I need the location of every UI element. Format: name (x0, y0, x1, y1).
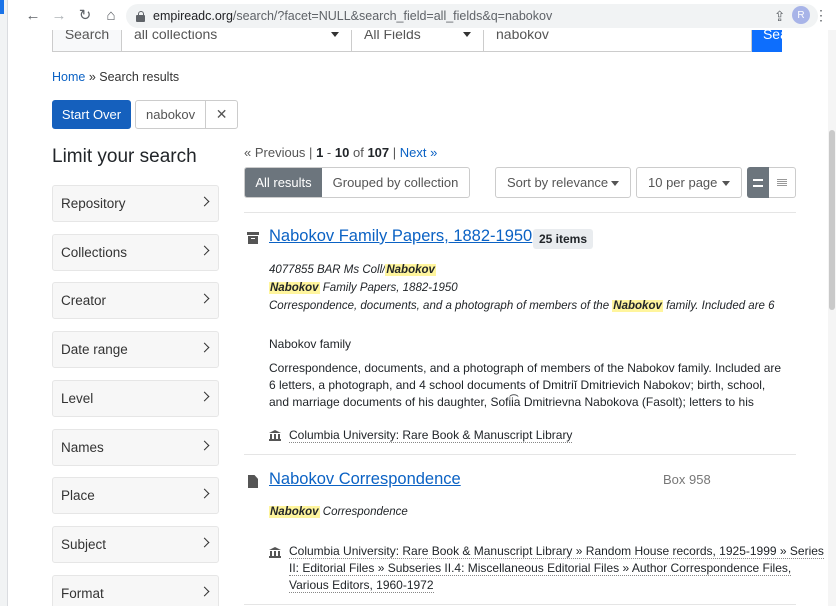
chevron-right-icon (199, 537, 210, 548)
chevron-right-icon (199, 440, 210, 451)
repository-path-link[interactable]: II: Editorial Files » Subseries II.4: Mi… (289, 560, 792, 577)
result-title-link[interactable]: Nabokov Family Papers, 1882-1950 (269, 227, 532, 246)
facet-level[interactable]: Level (52, 380, 219, 417)
breadcrumb-current: Search results (99, 70, 180, 84)
search-input[interactable]: nabokov (484, 30, 752, 52)
chevron-down-icon (611, 181, 619, 186)
tab-grouped-by-collection[interactable]: Grouped by collection (322, 168, 469, 197)
result-creator: Nabokov family (269, 337, 352, 351)
facet-place[interactable]: Place (52, 477, 219, 514)
facet-format[interactable]: Format (52, 575, 219, 606)
reload-icon[interactable]: ↻ (74, 4, 96, 26)
share-icon[interactable]: ⇪ (774, 8, 786, 25)
facet-collections[interactable]: Collections (52, 234, 219, 271)
facet-date-range[interactable]: Date range (52, 331, 219, 368)
facet-subject[interactable]: Subject (52, 526, 219, 563)
chevron-right-icon (199, 391, 210, 402)
breadcrumb-home-link[interactable]: Home (52, 70, 85, 84)
field-select[interactable]: All Fields (352, 30, 484, 52)
chevron-down-icon (463, 32, 471, 37)
lock-icon (136, 10, 145, 22)
forward-icon[interactable]: → (48, 4, 70, 26)
result-meta-line: Nabokov Correspondence (269, 506, 408, 518)
box-location: Box 958 (663, 472, 711, 487)
collection-box-icon (247, 232, 259, 245)
result-abstract-line: 6 letters, a photograph, and 4 school do… (269, 378, 766, 392)
chevron-down-icon (722, 181, 730, 186)
search-bar: Search all collections All Fields naboko… (52, 30, 782, 54)
chevron-right-icon (199, 488, 210, 499)
sidebar-title: Limit your search (52, 146, 197, 167)
back-icon[interactable]: ← (22, 4, 44, 26)
address-bar[interactable]: empireadc.org/search/?facet=NULL&search_… (126, 4, 818, 28)
compact-list-icon (777, 178, 787, 187)
tab-all-results[interactable]: All results (245, 168, 322, 197)
chevron-right-icon (199, 342, 210, 353)
facet-names[interactable]: Names (52, 429, 219, 466)
breadcrumb: Home » Search results (52, 70, 180, 84)
start-over-button[interactable]: Start Over (52, 100, 131, 129)
result-meta-line: Correspondence, documents, and a photogr… (269, 300, 775, 312)
compact-view-button[interactable] (769, 167, 796, 198)
search-scope-button[interactable]: Search (52, 30, 122, 52)
divider (244, 604, 796, 605)
results-pager: « Previous | 1 - 10 of 107 | Next » (244, 145, 438, 160)
window-edge-accent (0, 0, 4, 14)
query-constraint: nabokov ✕ (135, 100, 239, 129)
constraint-value: nabokov (146, 107, 196, 122)
previous-page-disabled: « Previous (244, 145, 306, 160)
browser-toolbar: ← → ↻ ⌂ empireadc.org/search/?facet=NULL… (8, 0, 836, 30)
repository-icon (269, 547, 281, 558)
page-scrollbar[interactable] (828, 30, 836, 606)
result-meta-line: 4077855 BAR Ms Coll/Nabokov (269, 264, 436, 276)
chevron-down-icon (331, 32, 339, 37)
chevron-right-icon (199, 586, 210, 597)
sort-dropdown[interactable]: Sort by relevance (495, 167, 631, 198)
browser-menu-icon[interactable]: ⋮ (814, 7, 828, 24)
result-abstract-line: Correspondence, documents, and a photogr… (269, 361, 782, 375)
chevron-right-icon (199, 196, 210, 207)
result-title-link[interactable]: Nabokov Correspondence (269, 470, 461, 489)
facet-creator[interactable]: Creator (52, 282, 219, 319)
divider (244, 212, 796, 213)
repository-path-link[interactable]: Columbia University: Rare Book & Manuscr… (289, 543, 824, 560)
repository-icon (269, 430, 281, 441)
result-abstract-line: and marriage documents of his daughter, … (269, 395, 754, 409)
item-count-badge: 25 items (533, 229, 594, 249)
list-view-icon (753, 178, 763, 187)
divider (244, 454, 796, 455)
results-total: 107 (367, 145, 390, 160)
per-page-dropdown[interactable]: 10 per page (636, 167, 742, 198)
repository-link[interactable]: Columbia University: Rare Book & Manuscr… (289, 427, 573, 444)
repository-path-link[interactable]: Various Editors, 1960-1972 (289, 577, 434, 594)
file-icon (247, 475, 259, 488)
collection-select[interactable]: all collections (122, 30, 352, 52)
next-page-link[interactable]: Next » (400, 145, 438, 160)
chevron-right-icon (199, 245, 210, 256)
list-view-button[interactable] (747, 167, 769, 198)
remove-constraint-close-icon[interactable]: ✕ (205, 101, 237, 128)
chevron-right-icon (199, 293, 210, 304)
home-icon[interactable]: ⌂ (100, 4, 122, 26)
result-meta-line: Nabokov Family Papers, 1882-1950 (269, 282, 458, 294)
search-submit-button[interactable]: Search ⌕ (752, 30, 782, 52)
facet-repository[interactable]: Repository (52, 185, 219, 222)
url-text: empireadc.org/search/?facet=NULL&search_… (153, 9, 553, 23)
scrollbar-thumb[interactable] (829, 130, 835, 310)
window-edge (0, 0, 8, 606)
view-tabs: All results Grouped by collection (244, 167, 470, 198)
profile-avatar[interactable]: R (792, 6, 810, 24)
